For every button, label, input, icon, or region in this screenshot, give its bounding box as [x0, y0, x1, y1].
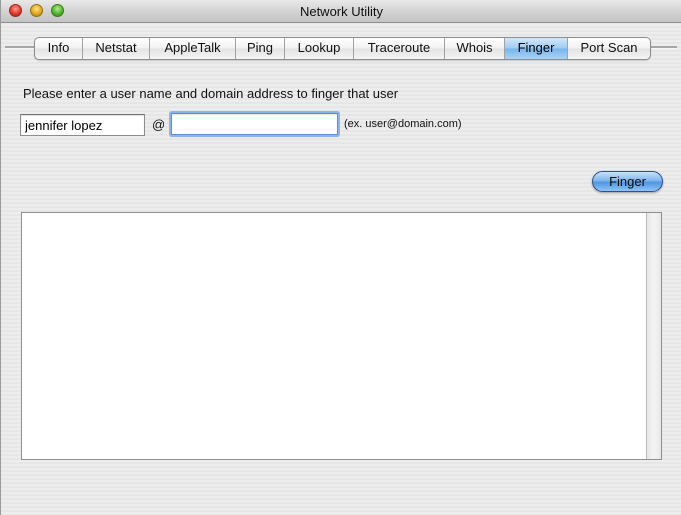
tab-ping[interactable]: Ping	[236, 38, 285, 59]
network-utility-window: Network Utility Info Netstat AppleTalk P…	[0, 0, 681, 515]
tab-lookup[interactable]: Lookup	[285, 38, 354, 59]
tab-appletalk[interactable]: AppleTalk	[150, 38, 236, 59]
output-text-area[interactable]	[21, 212, 662, 460]
tab-whois[interactable]: Whois	[445, 38, 505, 59]
tab-netstat[interactable]: Netstat	[83, 38, 150, 59]
finger-prompt: Please enter a user name and domain addr…	[23, 86, 399, 101]
tab-finger[interactable]: Finger	[505, 38, 568, 59]
user-name-field[interactable]	[20, 114, 145, 136]
tab-port-scan[interactable]: Port Scan	[568, 38, 650, 59]
at-label: @	[152, 117, 166, 132]
window-title: Network Utility	[299, 4, 384, 19]
vertical-scrollbar[interactable]	[646, 213, 661, 459]
tab-info[interactable]: Info	[35, 38, 83, 59]
finger-button[interactable]: Finger	[592, 171, 663, 192]
tab-traceroute[interactable]: Traceroute	[354, 38, 445, 59]
title-bar[interactable]: Network Utility	[1, 0, 681, 23]
tab-bar: Info Netstat AppleTalk Ping Lookup Trace…	[34, 37, 651, 60]
domain-field[interactable]	[171, 113, 338, 135]
example-hint: (ex. user@domain.com)	[344, 118, 462, 130]
